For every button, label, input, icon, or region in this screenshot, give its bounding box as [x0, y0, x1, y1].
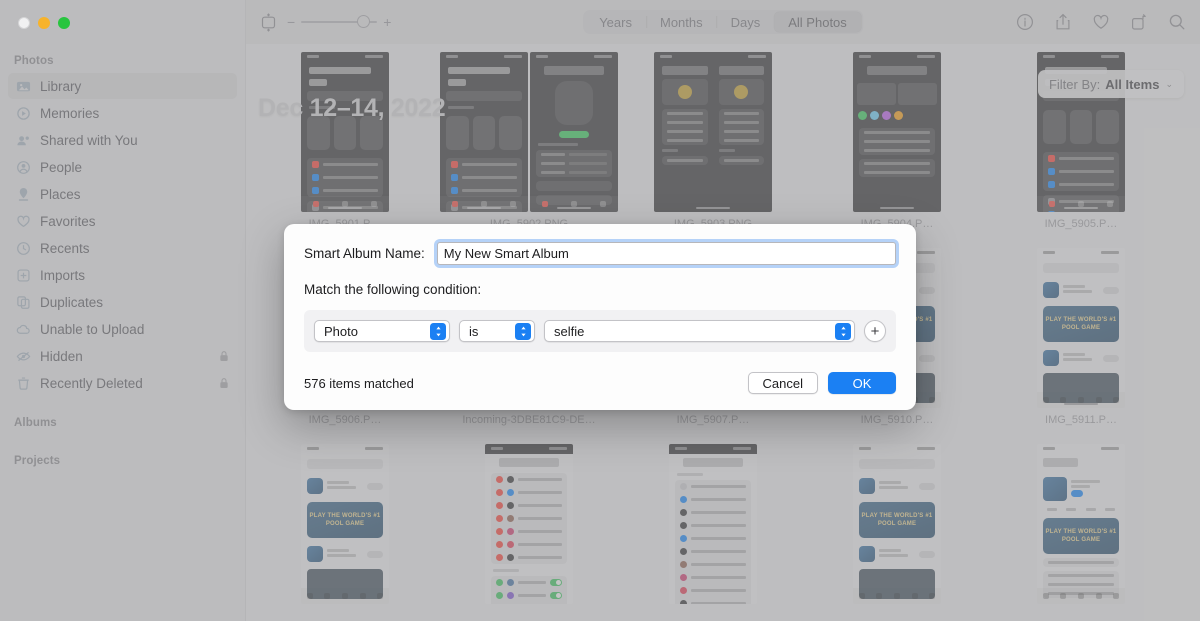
condition-value-text: selfie — [554, 323, 585, 339]
items-matched-label: 576 items matched — [304, 375, 414, 391]
chevron-up-down-icon — [835, 322, 851, 340]
condition-row: Photo is selfie + — [304, 310, 896, 352]
minimize-button[interactable] — [38, 17, 50, 29]
condition-attribute-value: Photo — [324, 323, 358, 339]
smart-album-name-input[interactable] — [436, 242, 896, 265]
window-controls — [18, 17, 70, 29]
match-condition-label: Match the following condition: — [304, 282, 482, 297]
smart-album-dialog: Smart Album Name: Match the following co… — [284, 224, 916, 410]
chevron-up-down-icon — [430, 322, 446, 340]
condition-operator-select[interactable]: is — [459, 320, 535, 342]
photos-app-window: Photos Library Memories Shared with You … — [0, 0, 1200, 621]
condition-attribute-select[interactable]: Photo — [314, 320, 450, 342]
close-button[interactable] — [18, 17, 30, 29]
smart-album-name-label: Smart Album Name: — [304, 246, 425, 261]
chevron-up-down-icon — [515, 322, 531, 340]
condition-value-select[interactable]: selfie — [544, 320, 855, 342]
ok-button[interactable]: OK — [828, 372, 896, 394]
cancel-button[interactable]: Cancel — [747, 372, 818, 394]
add-condition-button[interactable]: + — [864, 320, 886, 342]
maximize-button[interactable] — [58, 17, 70, 29]
condition-operator-value: is — [469, 323, 479, 339]
